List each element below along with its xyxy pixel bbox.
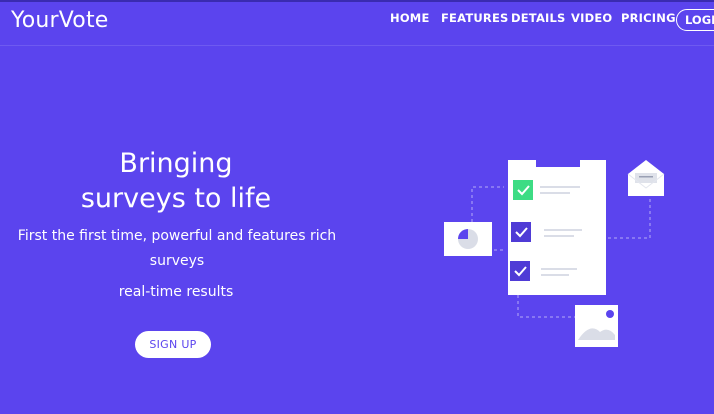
nav-details-link[interactable]: DETAILS <box>511 11 566 25</box>
navbar: YourVote HOME FEATURES DETAILS VIDEO PRI… <box>0 2 714 46</box>
clipboard-line <box>540 186 580 188</box>
nav-features-link[interactable]: FEATURES <box>441 11 509 25</box>
clipboard-line <box>540 192 570 194</box>
nav-video-link[interactable]: VIDEO <box>571 11 612 25</box>
brand-logo[interactable]: YourVote <box>11 8 109 33</box>
clipboard <box>508 160 606 295</box>
clipboard-line <box>544 235 574 237</box>
hero-title-line-1: Bringing <box>119 148 233 179</box>
hero-description-line-1: First the first time, powerful and featu… <box>17 228 337 244</box>
hero-description: First the first time, powerful and featu… <box>0 224 354 274</box>
realtime-results-text: real-time results <box>118 284 234 300</box>
pie-chart-card <box>444 222 492 256</box>
clipboard-line <box>541 268 577 270</box>
checkbox-1 <box>513 180 533 200</box>
nav-home-link[interactable]: HOME <box>390 11 430 25</box>
envelope-icon <box>627 160 665 196</box>
signup-button[interactable]: SIGN UP <box>135 331 211 358</box>
clipboard-line <box>544 229 582 231</box>
nav-pricing-link[interactable]: PRICING <box>621 11 676 25</box>
image-card <box>575 305 618 347</box>
checkbox-3 <box>510 261 530 281</box>
hero-description-line-2: surveys <box>149 253 205 269</box>
hero-title: Bringing surveys to life <box>60 146 292 216</box>
clipboard-line <box>541 274 569 276</box>
image-sun <box>606 310 614 318</box>
checkbox-2 <box>511 222 531 242</box>
hero-title-line-2: surveys to life <box>80 183 272 214</box>
login-button[interactable]: LOGIN <box>676 9 714 31</box>
survey-illustration <box>444 160 665 347</box>
